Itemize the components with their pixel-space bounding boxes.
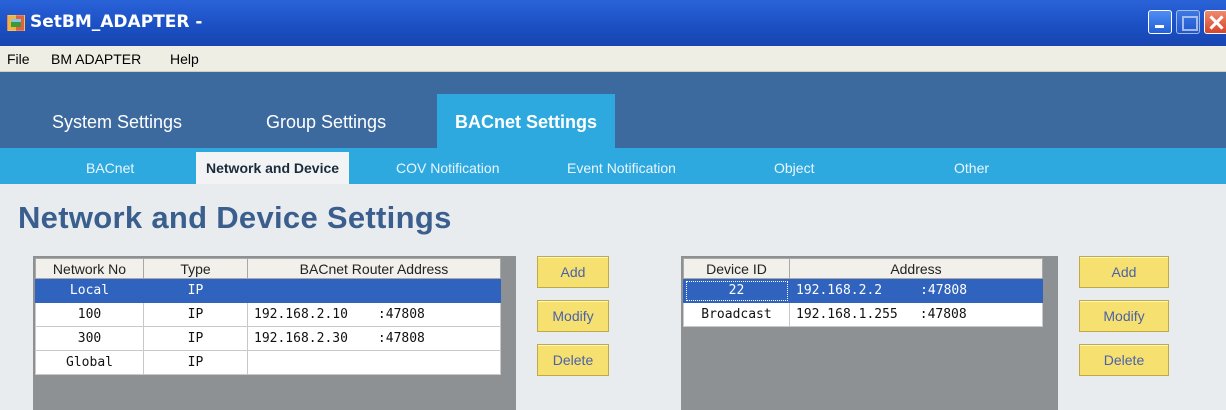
type-cell[interactable]: IP [143, 326, 248, 351]
network-modify-button[interactable]: Modify [537, 300, 609, 332]
network-no-cell[interactable]: Global [35, 350, 144, 375]
table-row[interactable]: 100 IP 192.168.2.10 :47808 [35, 302, 501, 327]
subtab-cov-notification[interactable]: COV Notification [396, 160, 499, 176]
type-cell[interactable]: IP [143, 350, 248, 375]
column-header[interactable]: BACnet Router Address [247, 258, 501, 279]
ip-text: 192.168.2.10 [254, 307, 348, 322]
subtab-network-and-device[interactable]: Network and Device [196, 152, 350, 184]
port-text: :47808 [919, 307, 967, 322]
subtab-bacnet[interactable]: BACnet [86, 160, 134, 176]
ip-text: 192.168.2.30 [254, 331, 348, 346]
subtab-event-notification[interactable]: Event Notification [567, 160, 676, 176]
column-header[interactable]: Type [143, 258, 248, 279]
column-header[interactable]: Network No [35, 258, 144, 279]
close-button[interactable] [1204, 10, 1226, 34]
port-text: :47808 [920, 283, 968, 298]
network-table-panel: Network No Type BACnet Router Address Lo… [33, 256, 516, 410]
page-title: Network and Device Settings [18, 200, 452, 235]
table-row[interactable]: Local IP [35, 278, 501, 303]
network-no-cell[interactable]: 300 [35, 326, 144, 351]
ip-text: 192.168.2.2 [796, 283, 883, 298]
menu-bm-adapter[interactable]: BM ADAPTER [51, 51, 141, 67]
app-icon [7, 15, 25, 31]
device-id-cell[interactable]: 22 [683, 278, 790, 303]
maximize-button[interactable] [1176, 10, 1200, 34]
table-row[interactable]: 300 IP 192.168.2.30 :47808 [35, 326, 501, 351]
type-cell[interactable]: IP [143, 278, 248, 303]
device-modify-button[interactable]: Modify [1079, 300, 1169, 332]
router-address-cell[interactable]: 192.168.2.30 :47808 [247, 326, 501, 351]
tab-bacnet-settings[interactable]: BACnet Settings [437, 94, 616, 148]
table-row[interactable]: Broadcast 192.168.1.255 :47808 [683, 302, 1043, 327]
table-row[interactable]: 22 192.168.2.2 :47808 [683, 278, 1043, 303]
subtab-other[interactable]: Other [954, 160, 989, 176]
main-tab-bar: System Settings Group Settings BACnet Se… [0, 72, 1226, 148]
window-title: SetBM_ADAPTER - [30, 12, 203, 32]
menu-file[interactable]: File [7, 51, 30, 67]
network-add-button[interactable]: Add [537, 256, 609, 288]
sub-tab-bar: BACnet Network and Device COV Notificati… [0, 148, 1226, 184]
router-address-cell[interactable]: 192.168.2.10 :47808 [247, 302, 501, 327]
device-address-cell[interactable]: 192.168.1.255 :47808 [789, 302, 1043, 327]
router-address-cell[interactable] [247, 350, 501, 375]
column-header[interactable]: Address [789, 258, 1043, 279]
device-table: Device ID Address 22 192.168.2.2 :47808 B… [683, 258, 1043, 327]
device-address-cell[interactable]: 192.168.2.2 :47808 [789, 278, 1043, 303]
device-delete-button[interactable]: Delete [1079, 344, 1169, 376]
network-no-cell[interactable]: 100 [35, 302, 144, 327]
router-address-cell[interactable] [247, 278, 501, 303]
network-no-cell[interactable]: Local [35, 278, 144, 303]
title-bar: SetBM_ADAPTER - [0, 0, 1226, 46]
minimize-button[interactable] [1148, 10, 1172, 34]
type-cell[interactable]: IP [143, 302, 248, 327]
ip-text: 192.168.1.255 [796, 307, 898, 322]
tab-system-settings[interactable]: System Settings [52, 112, 182, 133]
device-id-cell[interactable]: Broadcast [683, 302, 790, 327]
device-add-button[interactable]: Add [1079, 256, 1169, 288]
device-table-panel: Device ID Address 22 192.168.2.2 :47808 B… [681, 256, 1058, 410]
tab-group-settings[interactable]: Group Settings [266, 112, 386, 133]
subtab-object[interactable]: Object [774, 160, 814, 176]
table-row[interactable]: Global IP [35, 350, 501, 375]
network-table-header: Network No Type BACnet Router Address [35, 258, 501, 279]
menu-bar: File BM ADAPTER Help [0, 46, 1226, 72]
column-header[interactable]: Device ID [683, 258, 790, 279]
device-table-header: Device ID Address [683, 258, 1043, 279]
network-delete-button[interactable]: Delete [537, 344, 609, 376]
network-table: Network No Type BACnet Router Address Lo… [35, 258, 501, 375]
port-text: :47808 [377, 331, 425, 346]
port-text: :47808 [377, 307, 425, 322]
menu-help[interactable]: Help [170, 51, 199, 67]
